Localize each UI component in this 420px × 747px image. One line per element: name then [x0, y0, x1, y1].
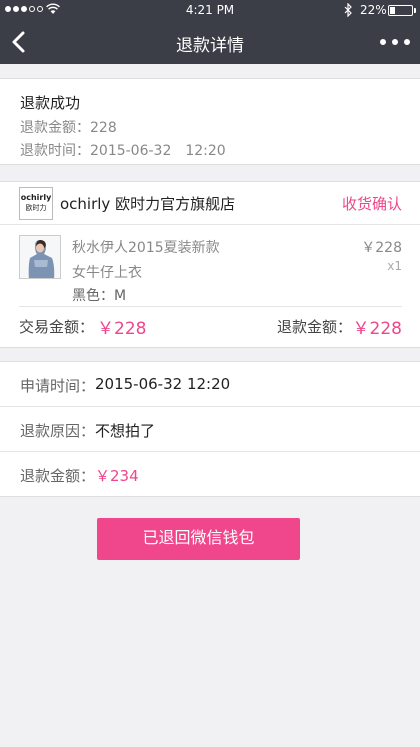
- refund-reason-row: 退款原因： 不想拍了: [0, 407, 420, 452]
- apply-time-row: 申请时间： 2015-06-32 12:20: [0, 362, 420, 407]
- refund-amount-line: 退款金额：228: [20, 120, 117, 136]
- refund-to-wechat-wallet-button[interactable]: 已退回微信钱包: [97, 518, 300, 560]
- page-title: 退款详情: [176, 36, 244, 56]
- product-name-line1: 秋水伊人2015夏装新款: [72, 240, 220, 256]
- refund-status-card: 退款成功 退款金额：228 退款时间：2015-06-32 12:20: [0, 78, 420, 165]
- status-bar: 4:21 PM 22%: [0, 0, 420, 20]
- product-spec: 黑色：M: [72, 288, 127, 304]
- product-name-line2: 女牛仔上衣: [72, 265, 142, 281]
- shop-logo-cn: 欧时力: [25, 204, 47, 212]
- product-price: ￥228: [361, 240, 402, 256]
- product-thumbnail: [19, 235, 61, 279]
- shop-logo-brand: ochirly: [20, 193, 52, 202]
- battery-percent: 22%: [360, 3, 387, 17]
- amount-summary-row: 交易金额： ￥228 退款金额： ￥228: [19, 306, 402, 346]
- trade-amount-value: ￥228: [97, 319, 147, 339]
- product-quantity: x1: [387, 259, 402, 273]
- refund-reason-value: 不想拍了: [95, 422, 156, 440]
- battery-icon: [388, 5, 413, 16]
- refund-status-headline: 退款成功: [20, 94, 81, 112]
- shop-name[interactable]: ochirly 欧时力官方旗舰店: [60, 193, 235, 214]
- more-dots-icon[interactable]: [380, 39, 410, 45]
- refund-amount-value: ￥228: [352, 319, 402, 339]
- refund-details-card: 申请时间： 2015-06-32 12:20 退款原因： 不想拍了 退款金额： …: [0, 361, 420, 497]
- order-card: ochirly 欧时力 ochirly 欧时力官方旗舰店 收货确认 秋水伊人20…: [0, 181, 420, 348]
- trade-amount-label: 交易金额：: [19, 318, 95, 336]
- apply-time-label: 申请时间：: [20, 377, 96, 395]
- shop-row[interactable]: ochirly 欧时力 ochirly 欧时力官方旗舰店 收货确认: [0, 182, 420, 225]
- detail-refund-amount-value: ￥234: [95, 467, 139, 485]
- apply-time-value: 2015-06-32 12:20: [95, 375, 231, 393]
- nav-bar: 退款详情: [0, 20, 420, 64]
- detail-refund-amount-label: 退款金额：: [20, 467, 96, 485]
- refund-time-line: 退款时间：2015-06-32 12:20: [20, 143, 226, 159]
- confirm-receipt-link[interactable]: 收货确认: [342, 193, 402, 214]
- refund-amount-label: 退款金额：: [277, 318, 353, 336]
- refund-amount-row: 退款金额： ￥234: [0, 452, 420, 497]
- status-time: 4:21 PM: [185, 3, 235, 17]
- product-item[interactable]: 秋水伊人2015夏装新款 女牛仔上衣 黑色：M ￥228 x1: [0, 226, 420, 306]
- shop-logo: ochirly 欧时力: [19, 187, 53, 220]
- refund-reason-label: 退款原因：: [20, 422, 96, 440]
- bluetooth-icon: [344, 3, 352, 17]
